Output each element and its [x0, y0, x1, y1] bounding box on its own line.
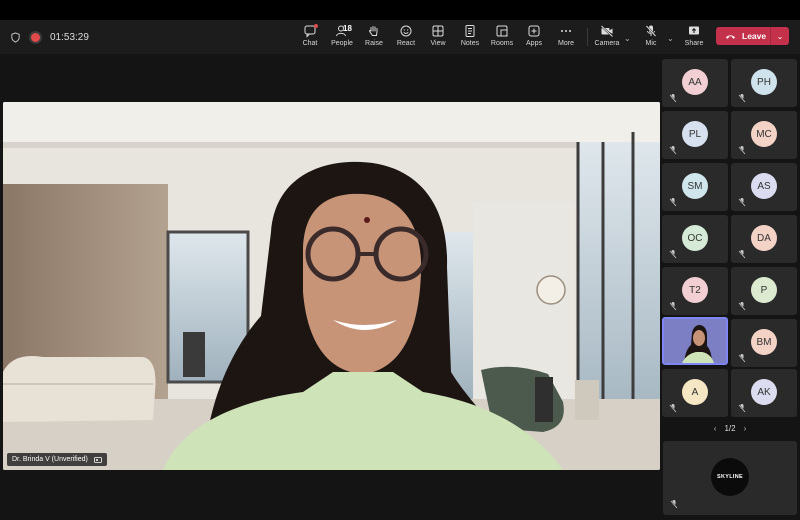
- meeting-toolbar: 01:53:29 Chat 18 People Raise React View…: [0, 20, 800, 54]
- notes-icon: [465, 25, 475, 37]
- avatar: PH: [751, 69, 777, 95]
- mic-off-icon: [669, 404, 677, 413]
- mic-off-icon: [738, 250, 746, 259]
- participant-tile[interactable]: MC: [731, 111, 797, 159]
- mic-off-icon: [645, 25, 657, 37]
- notes-label: Notes: [460, 40, 480, 47]
- speaker-video-feed: [3, 102, 660, 470]
- main-video-stage[interactable]: Dr. Brinda V (Unverified): [3, 102, 660, 470]
- share-screen-icon: [689, 26, 699, 35]
- mic-label: Mic: [645, 40, 657, 47]
- system-top-strip: [0, 0, 800, 20]
- speaker-name-label: Dr. Brinda V (Unverified): [12, 456, 88, 463]
- more-dots-icon: [561, 30, 571, 32]
- avatar: MC: [751, 121, 777, 147]
- avatar: PL: [682, 121, 708, 147]
- leave-options-chevron-icon[interactable]: ⌄: [771, 32, 789, 41]
- participant-tile[interactable]: A: [662, 369, 728, 417]
- hand-icon: [369, 26, 378, 36]
- participant-tile[interactable]: OC: [662, 215, 728, 263]
- recording-indicator: [31, 32, 40, 42]
- rooms-label: Rooms: [490, 40, 514, 47]
- page-indicator: 1/2: [724, 423, 736, 433]
- avatar: A: [682, 379, 708, 405]
- meeting-timer: 01:53:29: [50, 31, 89, 43]
- mic-off-icon: [738, 94, 746, 103]
- apps-label: Apps: [526, 40, 542, 47]
- participant-tile[interactable]: T2: [662, 267, 728, 315]
- avatar: AK: [751, 379, 777, 405]
- leave-label: Leave: [742, 31, 767, 41]
- avatar: AA: [682, 69, 708, 95]
- mic-off-icon: [669, 198, 677, 207]
- raise-label: Raise: [365, 40, 383, 47]
- smile-icon: [400, 25, 412, 37]
- camera-off-icon: [600, 25, 614, 38]
- participant-tile[interactable]: SM: [662, 163, 728, 211]
- participant-tile[interactable]: P: [731, 267, 797, 315]
- meeting-status: 01:53:29: [10, 20, 89, 54]
- share-label: Share: [684, 40, 704, 47]
- participant-tile[interactable]: BM: [731, 319, 797, 367]
- skyline-logo: SKYLINE: [711, 458, 749, 496]
- leave-main-action[interactable]: Leave: [716, 31, 770, 41]
- mic-button[interactable]: Mic: [631, 24, 671, 52]
- people-count: 18: [343, 24, 352, 33]
- chevron-right-icon[interactable]: ›: [744, 424, 747, 433]
- chat-label: Chat: [302, 40, 318, 47]
- people-label: People: [331, 40, 353, 47]
- speaker-name-tag: Dr. Brinda V (Unverified): [7, 453, 107, 466]
- avatar: P: [751, 277, 777, 303]
- mic-off-icon: [738, 354, 746, 363]
- mic-off-icon: [670, 500, 678, 509]
- participant-tile-speaker-thumbnail[interactable]: [662, 317, 728, 365]
- more-button[interactable]: More: [546, 24, 586, 52]
- phone-hangup-icon: [725, 34, 736, 39]
- view-label: View: [430, 40, 446, 47]
- react-label: React: [396, 40, 416, 47]
- mic-off-icon: [738, 146, 746, 155]
- mic-off-icon: [738, 404, 746, 413]
- avatar: BM: [751, 329, 777, 355]
- self-view-tile[interactable]: SKYLINE: [663, 441, 797, 515]
- share-button[interactable]: Share: [674, 24, 714, 52]
- avatar: DA: [751, 225, 777, 251]
- mic-off-icon: [738, 198, 746, 207]
- more-label: More: [558, 40, 574, 47]
- apps-plus-icon: [528, 25, 540, 37]
- mic-off-icon: [738, 302, 746, 311]
- chat-unread-dot: [314, 24, 318, 28]
- mic-off-icon: [669, 94, 677, 103]
- participant-tile[interactable]: DA: [731, 215, 797, 263]
- shield-icon[interactable]: [10, 31, 21, 43]
- avatar: AS: [751, 173, 777, 199]
- camera-button[interactable]: Camera: [587, 24, 627, 52]
- mic-off-icon: [669, 146, 677, 155]
- chevron-left-icon[interactable]: ‹: [714, 424, 717, 433]
- grid-view-icon: [432, 25, 444, 37]
- avatar: T2: [682, 277, 708, 303]
- leave-button[interactable]: Leave ⌄: [716, 27, 789, 45]
- participant-pager: ‹ 1/2 ›: [700, 421, 760, 435]
- mic-off-icon: [669, 250, 677, 259]
- mic-off-icon: [669, 302, 677, 311]
- participant-tile[interactable]: AK: [731, 369, 797, 417]
- participant-tile[interactable]: AA: [662, 59, 728, 107]
- speaker-thumbnail-video: [664, 319, 726, 363]
- participant-tile[interactable]: PH: [731, 59, 797, 107]
- avatar: SM: [682, 173, 708, 199]
- unverified-icon: [93, 456, 102, 463]
- participant-tile[interactable]: AS: [731, 163, 797, 211]
- avatar: OC: [682, 225, 708, 251]
- participant-tile[interactable]: PL: [662, 111, 728, 159]
- camera-label: Camera: [594, 40, 620, 47]
- rooms-icon: [496, 25, 508, 37]
